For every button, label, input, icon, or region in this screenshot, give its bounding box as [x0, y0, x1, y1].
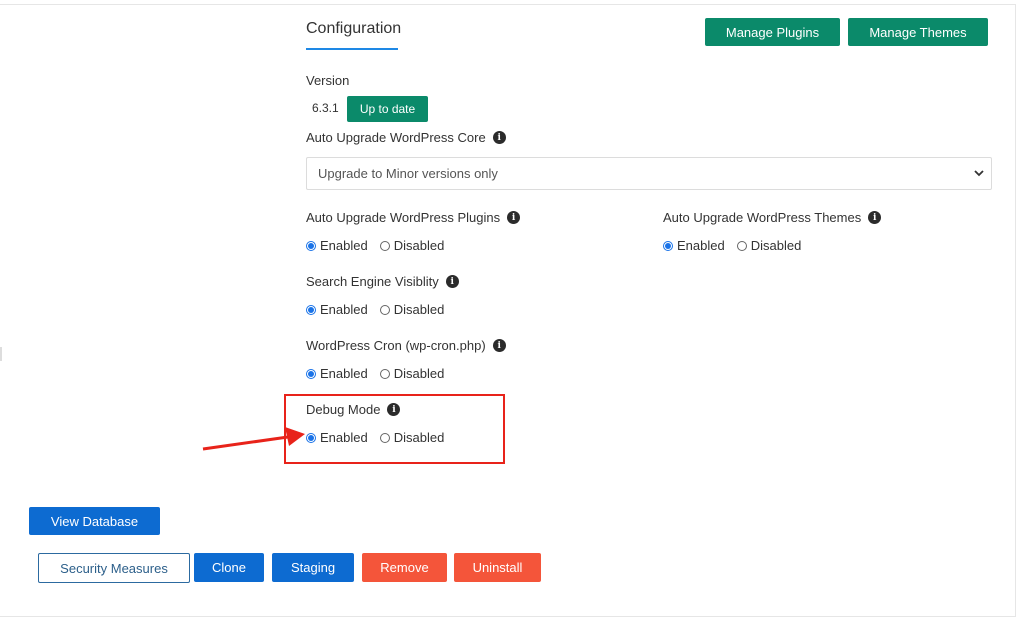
config-tab-heading[interactable]: Configuration	[306, 20, 401, 38]
themes-disabled-radio[interactable]	[736, 240, 747, 251]
plugins-upgrade-radio-group: Enabled Disabled	[306, 238, 444, 253]
chevron-down-icon	[974, 170, 984, 177]
themes-enabled-radio[interactable]	[663, 240, 673, 251]
themes-disabled-label[interactable]: Disabled	[751, 238, 802, 253]
info-icon[interactable]: i	[868, 211, 882, 224]
panel-top-border	[0, 4, 1016, 5]
staging-button[interactable]: Staging	[272, 553, 354, 582]
core-upgrade-select[interactable]: Upgrade to Minor versions only	[306, 157, 992, 190]
search-enabled-radio[interactable]	[306, 304, 316, 315]
plugins-disabled-radio[interactable]	[379, 240, 390, 251]
version-value: 6.3.1	[312, 101, 339, 115]
panel-right-border	[1015, 4, 1016, 616]
version-status-badge: Up to date	[347, 96, 428, 122]
cron-label: WordPress Cron (wp-cron.php) i	[306, 338, 506, 353]
themes-upgrade-label: Auto Upgrade WordPress Themes i	[663, 210, 882, 225]
themes-upgrade-label-text: Auto Upgrade WordPress Themes	[663, 210, 862, 225]
uninstall-button[interactable]: Uninstall	[454, 553, 541, 582]
config-tab-underline	[306, 48, 398, 50]
plugins-upgrade-label-text: Auto Upgrade WordPress Plugins	[306, 210, 501, 225]
clone-button[interactable]: Clone	[194, 553, 264, 582]
info-icon[interactable]: i	[445, 275, 459, 288]
themes-upgrade-radio-group: Enabled Disabled	[663, 238, 801, 253]
plugins-enabled-label[interactable]: Enabled	[320, 238, 368, 253]
annotation-arrow-icon	[202, 427, 305, 451]
side-marker	[0, 347, 2, 361]
search-disabled-radio[interactable]	[379, 304, 390, 315]
security-measures-button[interactable]: Security Measures	[38, 553, 190, 583]
cron-label-text: WordPress Cron (wp-cron.php)	[306, 338, 486, 353]
core-upgrade-label: Auto Upgrade WordPress Core i	[306, 130, 506, 145]
search-visibility-radio-group: Enabled Disabled	[306, 302, 444, 317]
manage-plugins-button[interactable]: Manage Plugins	[705, 18, 840, 46]
search-visibility-label: Search Engine Visiblity i	[306, 274, 459, 289]
themes-enabled-label[interactable]: Enabled	[677, 238, 725, 253]
cron-disabled-label[interactable]: Disabled	[394, 366, 445, 381]
remove-button[interactable]: Remove	[362, 553, 447, 582]
info-icon[interactable]: i	[507, 211, 521, 224]
plugins-disabled-label[interactable]: Disabled	[394, 238, 445, 253]
search-visibility-label-text: Search Engine Visiblity	[306, 274, 439, 289]
cron-radio-group: Enabled Disabled	[306, 366, 444, 381]
plugins-upgrade-label: Auto Upgrade WordPress Plugins i	[306, 210, 521, 225]
manage-themes-button[interactable]: Manage Themes	[848, 18, 988, 46]
cron-enabled-label[interactable]: Enabled	[320, 366, 368, 381]
info-icon[interactable]: i	[492, 339, 506, 352]
cron-disabled-radio[interactable]	[379, 368, 390, 379]
plugins-enabled-radio[interactable]	[306, 240, 316, 251]
view-database-button[interactable]: View Database	[29, 507, 160, 535]
debug-mode-highlight-box	[284, 394, 505, 464]
search-disabled-label[interactable]: Disabled	[394, 302, 445, 317]
panel-bottom-border	[0, 616, 1016, 617]
info-icon[interactable]: i	[492, 131, 506, 144]
core-upgrade-selected-value: Upgrade to Minor versions only	[318, 166, 498, 181]
core-upgrade-label-text: Auto Upgrade WordPress Core	[306, 130, 486, 145]
version-label: Version	[306, 73, 350, 88]
search-enabled-label[interactable]: Enabled	[320, 302, 368, 317]
cron-enabled-radio[interactable]	[306, 368, 316, 379]
